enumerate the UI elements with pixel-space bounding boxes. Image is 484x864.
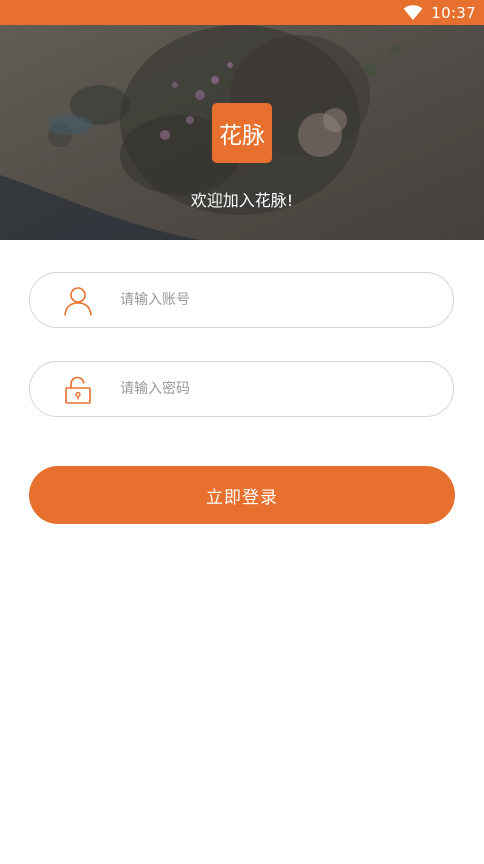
status-bar: 10:37 <box>0 0 484 25</box>
status-indicators: 10:37 <box>403 0 476 25</box>
app-logo: 花脉 <box>212 103 272 163</box>
wifi-icon <box>403 4 423 21</box>
user-icon <box>62 285 94 317</box>
login-screen: 10:37 花脉 欢迎加入花脉! 请输入账号 立即登录 <box>0 0 484 864</box>
login-button[interactable]: 立即登录 <box>29 466 455 524</box>
header-banner: 花脉 欢迎加入花脉! <box>0 25 484 240</box>
lock-icon <box>62 374 94 406</box>
account-field[interactable] <box>29 272 454 328</box>
account-input[interactable] <box>120 273 430 326</box>
status-time: 10:37 <box>431 3 476 22</box>
password-input[interactable] <box>120 362 430 415</box>
password-field[interactable] <box>29 361 454 417</box>
welcome-text: 欢迎加入花脉! <box>190 191 294 210</box>
